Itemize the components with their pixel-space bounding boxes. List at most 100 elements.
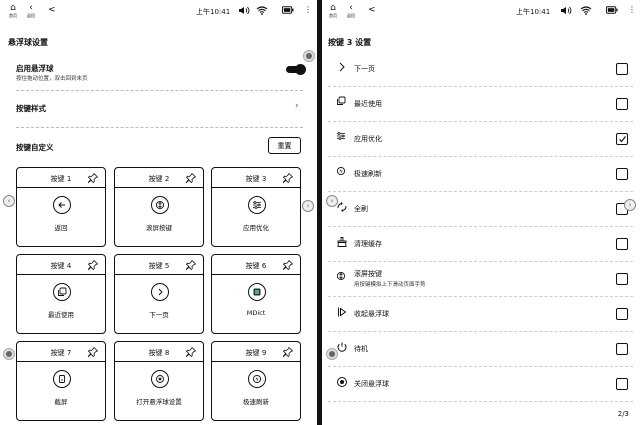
option-row[interactable]: 下一页 <box>328 52 633 87</box>
clock: 上午10:41 <box>516 8 551 16</box>
key-card-action: 下一页 <box>149 311 169 319</box>
edge-right-handle[interactable]: › <box>624 199 636 211</box>
option-checkbox[interactable] <box>616 308 628 320</box>
option-checkbox[interactable] <box>616 238 628 250</box>
back-button[interactable]: ‹ 返回 <box>24 3 38 18</box>
float-ball-dock[interactable] <box>3 348 15 360</box>
triangle-back-icon[interactable]: < <box>48 5 56 15</box>
option-row[interactable]: 滚屏按键用按键模拟上下滑动页面手势 <box>328 262 633 297</box>
key-custom-label: 按键自定义 <box>16 143 54 152</box>
home-label: 首页 <box>329 13 337 18</box>
option-row[interactable]: 应用优化 <box>328 122 633 157</box>
option-checkbox[interactable] <box>616 133 628 145</box>
more-menu-icon[interactable]: ⋮ <box>628 5 636 14</box>
volume-icon[interactable] <box>238 5 250 15</box>
key-card-9[interactable]: 按键 9 极速刷新 <box>211 341 301 421</box>
pin-icon[interactable] <box>185 259 197 271</box>
key-card-2[interactable]: 按键 2 滚屏按键 <box>114 167 204 247</box>
pin-icon[interactable] <box>282 346 294 358</box>
option-row[interactable]: 关闭悬浮球 <box>328 367 633 402</box>
triangle-back-icon[interactable]: < <box>368 5 376 15</box>
option-row[interactable]: 全刷 <box>328 192 633 227</box>
option-checkbox[interactable] <box>616 378 628 390</box>
key-card-header: 按键 3 <box>212 168 300 188</box>
back-arrow-icon <box>53 196 71 214</box>
back-button[interactable]: ‹ 返回 <box>344 3 358 18</box>
key-card-4[interactable]: 按键 4 最近使用 <box>16 254 106 334</box>
chevron-left-icon: ‹ <box>29 3 33 13</box>
key-card-6[interactable]: 按键 6 MDict <box>211 254 301 334</box>
divider <box>16 127 303 128</box>
key-card-header: 按键 8 <box>115 342 203 362</box>
key-card-action: 打开悬浮球设置 <box>136 398 182 406</box>
option-row[interactable]: 极速刷新 <box>328 157 633 192</box>
pin-icon[interactable] <box>282 259 294 271</box>
key-card-8[interactable]: 按键 8 打开悬浮球设置 <box>114 341 204 421</box>
divider <box>16 90 303 91</box>
edge-left-handle[interactable]: ‹ <box>3 195 15 207</box>
option-label: 滚屏按键 <box>354 270 382 278</box>
key-card-header: 按键 4 <box>17 255 105 275</box>
option-row[interactable]: 清理缓存 <box>328 227 633 262</box>
float-ball[interactable] <box>303 50 315 62</box>
option-label: 极速刷新 <box>354 170 382 178</box>
option-label: 下一页 <box>354 65 375 73</box>
option-hint: 用按键模拟上下滑动页面手势 <box>354 282 426 288</box>
home-button[interactable]: ⌂ 首页 <box>6 3 20 18</box>
pin-icon[interactable] <box>87 346 99 358</box>
reset-button[interactable]: 重置 <box>268 137 301 154</box>
page-title: 按键 3 设置 <box>328 38 372 47</box>
recent-icon <box>336 96 350 110</box>
key-card-7[interactable]: 按键 7 截屏 <box>16 341 106 421</box>
option-row[interactable]: 收起悬浮球 <box>328 297 633 332</box>
home-button[interactable]: ⌂ 首页 <box>326 3 340 18</box>
pin-icon[interactable] <box>87 172 99 184</box>
enable-float-toggle[interactable] <box>286 64 306 75</box>
option-checkbox[interactable] <box>616 98 628 110</box>
option-label: 应用优化 <box>354 135 382 143</box>
volume-icon[interactable] <box>560 5 572 15</box>
home-icon: ⌂ <box>330 3 336 13</box>
option-label: 清理缓存 <box>354 240 382 248</box>
option-label: 全刷 <box>354 205 368 213</box>
home-icon: ⌂ <box>10 3 16 13</box>
edge-left-handle[interactable]: ‹ <box>326 195 338 207</box>
float-ball-dock[interactable] <box>326 348 338 360</box>
key-style-item[interactable]: 按键样式 <box>16 103 46 114</box>
more-menu-icon[interactable]: ⋮ <box>304 5 312 14</box>
option-checkbox[interactable] <box>616 168 628 180</box>
battery-icon <box>606 5 618 15</box>
option-label: 收起悬浮球 <box>354 310 389 318</box>
edge-right-handle[interactable]: › <box>302 200 314 212</box>
status-bar: ⌂ 首页 ‹ 返回 < 上午10:41 ⋮ <box>322 0 641 22</box>
close-float-icon <box>336 376 350 390</box>
collapse-icon <box>336 306 350 320</box>
pin-icon[interactable] <box>185 172 197 184</box>
key-card-1[interactable]: 按键 1 返回 <box>16 167 106 247</box>
clock: 上午10:41 <box>196 8 231 16</box>
pin-icon[interactable] <box>282 172 294 184</box>
optimize-icon <box>336 131 350 145</box>
float-ball-settings-pane: ⌂ 首页 ‹ 返回 < 上午10:41 ⋮ 悬浮球设置 启用悬浮球 按住拖动位置… <box>0 0 317 425</box>
chevron-right-icon: › <box>295 101 299 111</box>
option-label: 最近使用 <box>354 100 382 108</box>
standby-icon <box>336 341 350 355</box>
option-row[interactable]: 最近使用 <box>328 87 633 122</box>
option-checkbox[interactable] <box>616 273 628 285</box>
enable-float-hint: 按住拖动位置，双击回到末页 <box>16 76 88 82</box>
key-card-5[interactable]: 按键 5 下一页 <box>114 254 204 334</box>
key-card-action: 截屏 <box>54 398 68 406</box>
wifi-icon[interactable] <box>256 5 268 15</box>
back-label: 返回 <box>27 13 35 18</box>
option-checkbox[interactable] <box>616 63 628 75</box>
home-label: 首页 <box>9 13 17 18</box>
option-row[interactable]: 待机 <box>328 332 633 367</box>
key-card-3[interactable]: 按键 3 应用优化 <box>211 167 301 247</box>
wifi-icon[interactable] <box>580 5 592 15</box>
key-card-header: 按键 1 <box>17 168 105 188</box>
status-bar: ⌂ 首页 ‹ 返回 < 上午10:41 ⋮ <box>0 0 317 22</box>
page-indicator: 2/3 <box>617 410 629 418</box>
pin-icon[interactable] <box>185 346 197 358</box>
option-checkbox[interactable] <box>616 343 628 355</box>
pin-icon[interactable] <box>87 259 99 271</box>
